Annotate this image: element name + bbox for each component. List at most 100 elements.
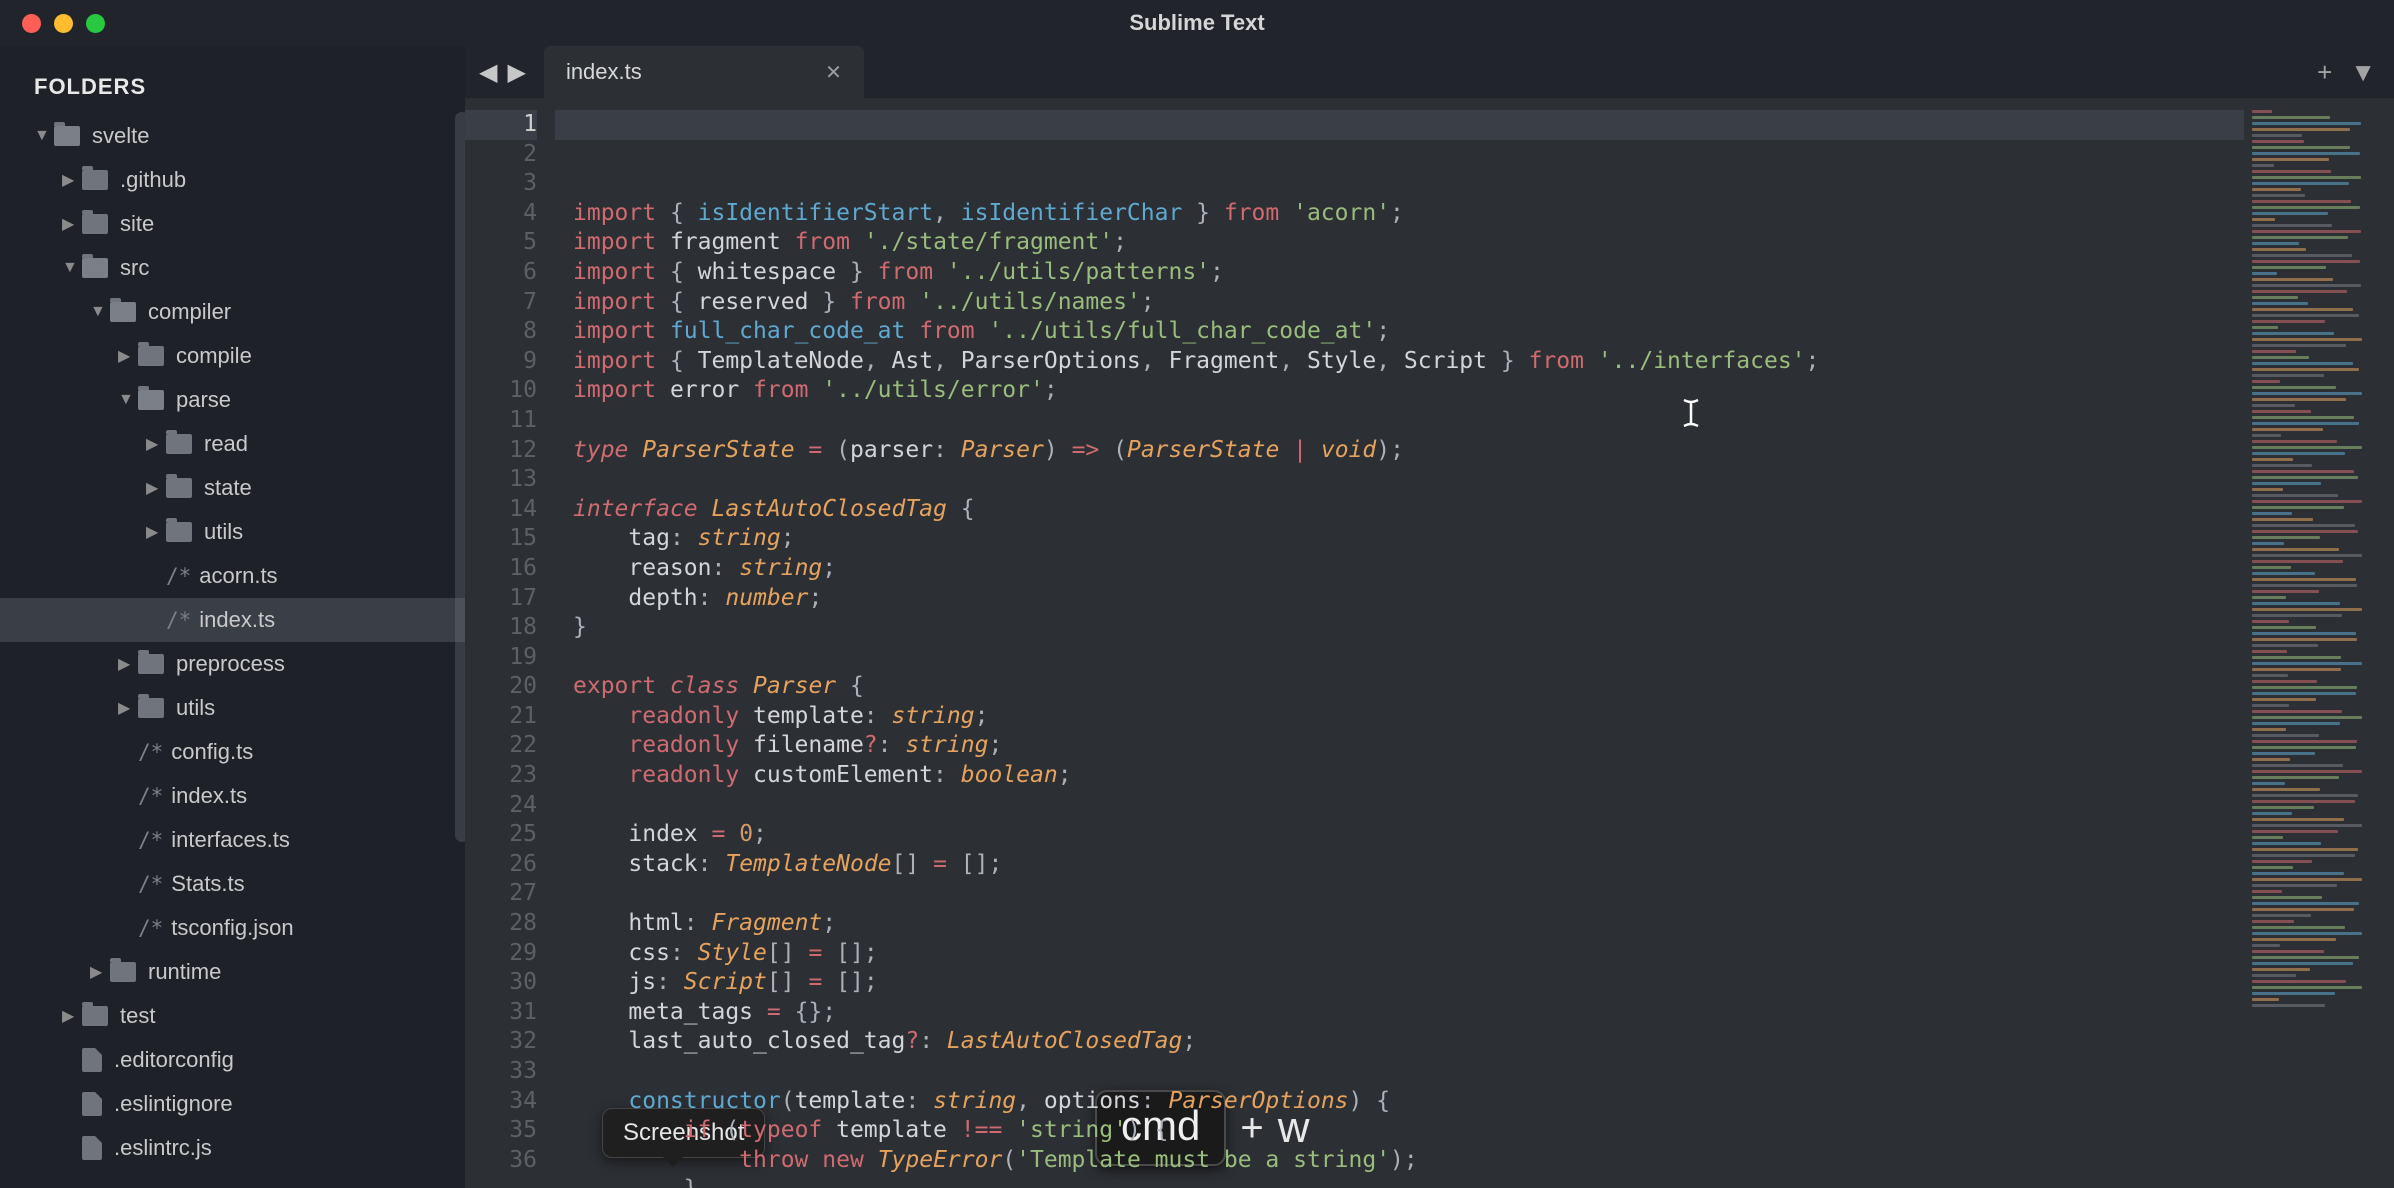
sidebar: FOLDERS ▼svelte▶.github▶site▼src▼compile… — [0, 46, 465, 1188]
disclosure-arrow-icon[interactable]: ▼ — [62, 259, 74, 277]
folder-item-utils[interactable]: ▶utils — [0, 686, 465, 730]
disclosure-arrow-icon[interactable]: ▶ — [146, 478, 158, 498]
new-tab-icon[interactable]: + — [2317, 57, 2332, 88]
file-type-prefix: /* — [138, 784, 163, 808]
minimap-line — [2252, 122, 2361, 125]
file-item-config-ts[interactable]: /*config.ts — [0, 730, 465, 774]
maximize-window-button[interactable] — [86, 14, 105, 33]
tree-item-label: utils — [204, 519, 243, 545]
folder-item-preprocess[interactable]: ▶preprocess — [0, 642, 465, 686]
disclosure-arrow-icon[interactable]: ▶ — [118, 346, 130, 366]
line-number: 27 — [465, 879, 537, 909]
file-item--eslintignore[interactable]: .eslintignore — [0, 1082, 465, 1126]
disclosure-arrow-icon[interactable]: ▶ — [62, 170, 74, 190]
minimap-line — [2252, 926, 2345, 929]
disclosure-arrow-icon[interactable]: ▶ — [118, 698, 130, 718]
nav-forward-icon[interactable]: ▶ — [507, 58, 525, 87]
folder-item--github[interactable]: ▶ .github — [0, 158, 465, 202]
file-item-index-ts[interactable]: /*index.ts — [0, 598, 465, 642]
disclosure-arrow-icon[interactable]: ▶ — [146, 434, 158, 454]
tab-menu-icon[interactable]: ▼ — [2350, 57, 2376, 88]
nav-back-icon[interactable]: ◀ — [479, 58, 497, 87]
minimap-line — [2252, 314, 2359, 317]
code-line: css: Style[] = []; — [573, 939, 2244, 969]
folder-icon — [166, 478, 192, 498]
minimap-line — [2252, 356, 2309, 359]
folder-item-compile[interactable]: ▶compile — [0, 334, 465, 378]
folder-item-read[interactable]: ▶ read — [0, 422, 465, 466]
file-item--eslintrc-js[interactable]: .eslintrc.js — [0, 1126, 465, 1170]
minimap-line — [2252, 512, 2292, 515]
disclosure-arrow-icon[interactable]: ▶ — [146, 522, 158, 542]
folder-item-parse[interactable]: ▼parse — [0, 378, 465, 422]
disclosure-arrow-icon[interactable]: ▼ — [34, 127, 46, 145]
minimap-line — [2252, 392, 2362, 395]
file-item-interfaces-ts[interactable]: /*interfaces.ts — [0, 818, 465, 862]
folder-icon — [82, 170, 108, 190]
minimap-line — [2252, 770, 2362, 773]
minimap-line — [2252, 860, 2312, 863]
code-line — [573, 465, 2244, 495]
code-line — [573, 1057, 2244, 1087]
minimize-window-button[interactable] — [54, 14, 73, 33]
minimap-line — [2252, 818, 2344, 821]
folder-item-src[interactable]: ▼src — [0, 246, 465, 290]
minimap-line — [2252, 824, 2362, 827]
folder-icon — [110, 962, 136, 982]
tree-item-label: test — [120, 1003, 155, 1029]
file-item-tsconfig-json[interactable]: /*tsconfig.json — [0, 906, 465, 950]
folder-item-site[interactable]: ▶site — [0, 202, 465, 246]
disclosure-arrow-icon[interactable]: ▶ — [62, 214, 74, 234]
code-line: readonly filename?: string; — [573, 731, 2244, 761]
sidebar-scrollbar[interactable] — [455, 112, 465, 842]
tab-index-ts[interactable]: index.ts ✕ — [544, 46, 864, 98]
folder-item-state[interactable]: ▶state — [0, 466, 465, 510]
minimap-line — [2252, 734, 2319, 737]
minimap-line — [2252, 302, 2308, 305]
minimap-line — [2252, 194, 2305, 197]
tree-item-label: read — [204, 431, 248, 457]
minimap[interactable] — [2244, 98, 2394, 1188]
tree-item-label: config.ts — [171, 739, 253, 765]
minimap-line — [2252, 140, 2304, 143]
disclosure-arrow-icon[interactable]: ▼ — [90, 303, 102, 321]
tree-item-label: tsconfig.json — [171, 915, 293, 941]
file-item-Stats-ts[interactable]: /*Stats.ts — [0, 862, 465, 906]
disclosure-arrow-icon[interactable]: ▼ — [118, 391, 130, 409]
file-icon — [82, 1092, 102, 1116]
code-line: reason: string; — [573, 554, 2244, 584]
code-editor[interactable]: import { isIdentifierStart, isIdentifier… — [555, 98, 2244, 1188]
close-tab-icon[interactable]: ✕ — [825, 60, 842, 85]
tab-bar: ◀ ▶ index.ts ✕ + ▼ — [465, 46, 2394, 98]
code-line — [573, 406, 2244, 436]
minimap-line — [2252, 380, 2280, 383]
disclosure-arrow-icon[interactable]: ▶ — [90, 962, 102, 982]
line-number: 18 — [465, 613, 537, 643]
code-line: throw new TypeError('Template must be a … — [573, 1146, 2244, 1176]
file-item-index-ts[interactable]: /*index.ts — [0, 774, 465, 818]
disclosure-arrow-icon[interactable]: ▶ — [118, 654, 130, 674]
traffic-lights — [0, 14, 105, 33]
folder-item-runtime[interactable]: ▶runtime — [0, 950, 465, 994]
disclosure-arrow-icon[interactable]: ▶ — [62, 1006, 74, 1026]
code-line: index = 0; — [573, 820, 2244, 850]
tree-item-label: acorn.ts — [199, 563, 277, 589]
folder-icon — [110, 302, 136, 322]
folder-item-svelte[interactable]: ▼svelte — [0, 114, 465, 158]
folder-item-compiler[interactable]: ▼compiler — [0, 290, 465, 334]
code-line: readonly customElement: boolean; — [573, 761, 2244, 791]
minimap-line — [2252, 290, 2347, 293]
folder-icon — [82, 1006, 108, 1026]
minimap-line — [2252, 710, 2342, 713]
minimap-line — [2252, 530, 2358, 533]
file-item-acorn-ts[interactable]: /*acorn.ts — [0, 554, 465, 598]
line-number: 21 — [465, 702, 537, 732]
close-window-button[interactable] — [22, 14, 41, 33]
file-item--editorconfig[interactable]: .editorconfig — [0, 1038, 465, 1082]
folder-item-utils[interactable]: ▶ utils — [0, 510, 465, 554]
minimap-line — [2252, 308, 2353, 311]
folder-item-test[interactable]: ▶ test — [0, 994, 465, 1038]
minimap-line — [2252, 434, 2281, 437]
minimap-line — [2252, 110, 2272, 113]
tree-item-label: .github — [120, 167, 186, 193]
